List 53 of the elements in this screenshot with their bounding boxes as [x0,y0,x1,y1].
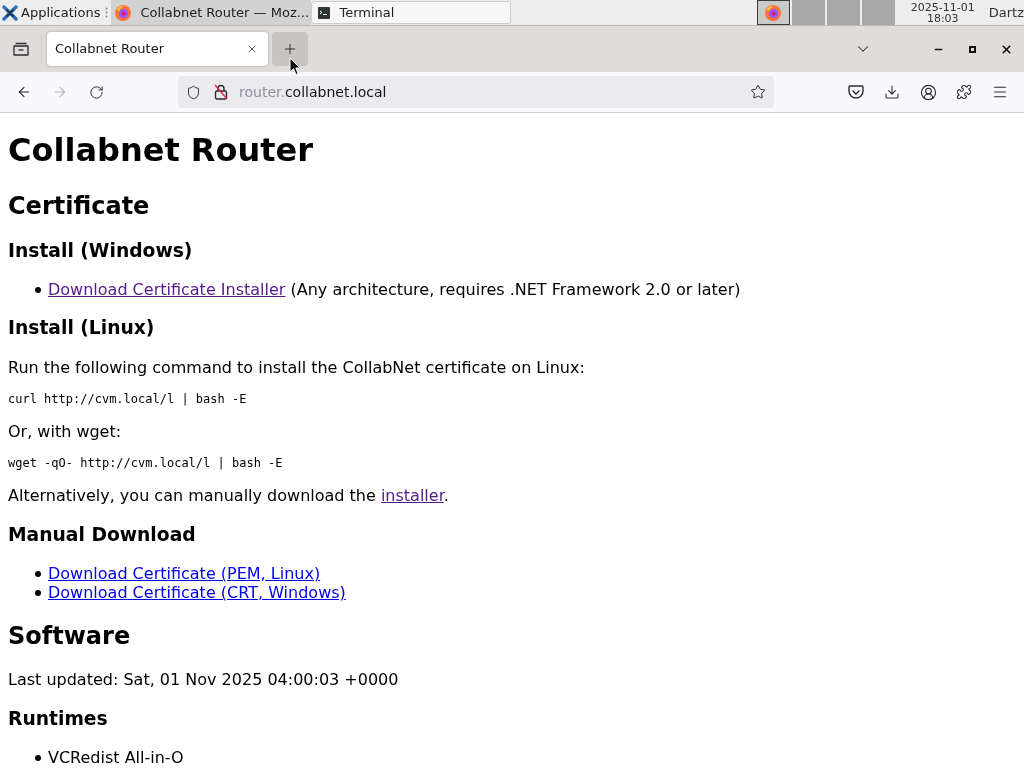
bookmark-star-icon [750,84,766,100]
tabs-box-icon [12,42,29,56]
close-icon [999,42,1013,56]
bullet-icon [35,754,41,761]
browser-tab[interactable]: Collabnet Router [47,32,268,66]
shield-icon [186,84,201,100]
paragraph: Alternatively, you can manually download the installer. [8,486,449,505]
paragraph: Last updated: Sat, 01 Nov 2025 04:00:03 +0000 [8,670,399,689]
command-text: wget -qO- http://cvm.local/l | bash -E [8,456,283,470]
close-icon [246,43,258,55]
taskbar-window-button[interactable]: Collabnet Router — Moz... [111,0,312,25]
insecure-lock-icon [214,84,228,100]
new-tab-button[interactable] [272,32,308,66]
menu-icon [992,84,1008,100]
plus-icon [282,41,298,57]
browser-logo-icon [765,4,782,21]
subsection-heading: Manual Download [8,524,196,546]
link[interactable]: Download Certificate (CRT, Windows) [48,583,346,602]
taskbar-window-button[interactable]: Terminal [311,1,512,24]
reload-icon [88,84,104,100]
clock-date: 2025-11-01 [910,1,975,13]
bullet-icon [35,589,41,596]
user-name: Dartz [988,3,1024,22]
command-text: curl http://cvm.local/l | bash -E [8,392,247,406]
link[interactable]: Download Certificate (PEM, Linux) [48,564,321,583]
link[interactable]: installer [380,486,444,505]
account-icon [919,83,937,101]
download-icon [884,84,900,100]
bullet-icon [35,286,41,293]
forward-arrow-icon [52,84,68,100]
x-logo-icon [2,4,18,21]
address-bar[interactable]: router.collabnet.local [178,76,774,108]
terminal-icon [318,6,331,19]
subsection-heading: Runtimes [8,708,108,730]
paragraph: Run the following command to install the CollabNet certificate on Linux: [8,358,585,377]
workspace-button[interactable] [756,0,790,25]
puzzle-icon [956,84,972,100]
clock-time: 18:03 [926,12,959,24]
link[interactable]: Download Certificate Installer [48,280,286,299]
drag-handle-icon [105,7,109,18]
page-heading: Collabnet Router [8,132,313,169]
section-heading: Software [8,622,131,650]
subsection-heading: Install (Windows) [8,240,193,262]
list-item-text: VCRedist All-in-O [48,748,184,767]
paragraph: Or, with wget: [8,422,122,441]
bullet-icon [35,570,41,577]
pocket-icon [848,84,864,100]
section-heading: Certificate [8,192,150,220]
subsection-heading: Install (Linux) [8,317,155,339]
browser-logo-icon [115,4,132,21]
list-item-text: Download Certificate Installer (Any architecture, requires .NET Framework 2.0 or later) [48,280,741,299]
applications-menu-button[interactable]: Applications [0,0,103,25]
maximize-icon [968,45,976,53]
